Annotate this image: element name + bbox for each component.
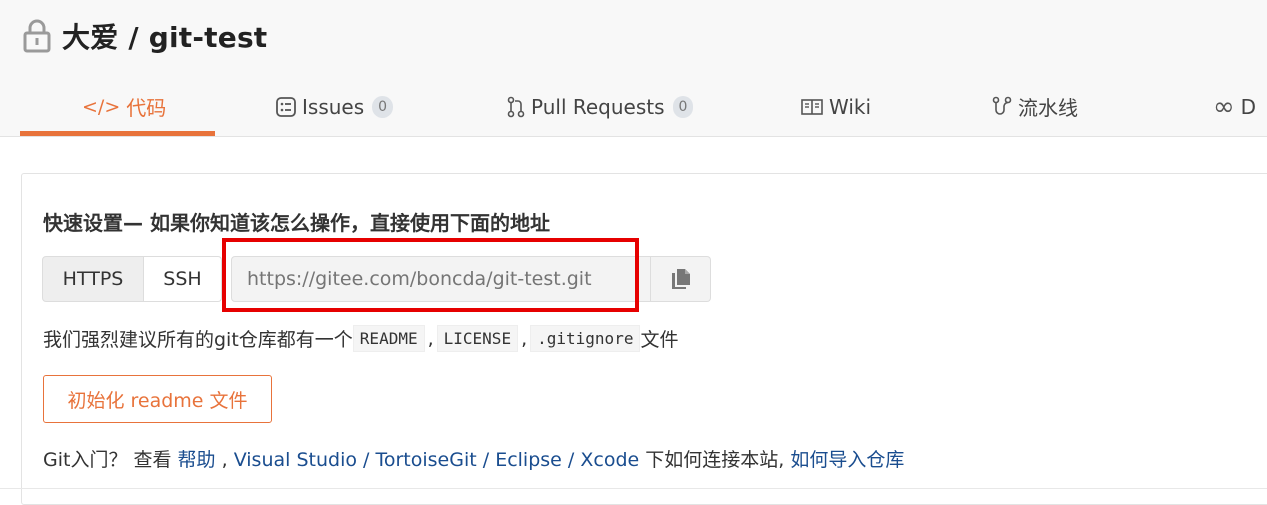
tab-pull-requests[interactable]: Pull Requests 0 <box>507 80 694 133</box>
tab-issues[interactable]: Issues 0 <box>276 80 394 133</box>
ssh-button[interactable]: SSH <box>144 256 222 302</box>
help-line: Git入门？ 查看 帮助 , Visual Studio / TortoiseG… <box>43 445 904 472</box>
repo-title-bar: 大爱 / git-test <box>22 14 267 58</box>
pull-request-icon <box>507 96 525 117</box>
tortoisegit-link[interactable]: TortoiseGit <box>375 449 476 471</box>
gitignore-chip: .gitignore <box>530 325 641 352</box>
help-link[interactable]: 帮助 <box>178 449 216 471</box>
highlight-box <box>222 238 639 312</box>
protocol-switch: HTTPS SSH <box>42 256 222 304</box>
import-repo-link[interactable]: 如何导入仓库 <box>790 449 904 471</box>
readme-chip: README <box>352 325 425 352</box>
recommend-suffix: 文件 <box>640 329 679 351</box>
xcode-link[interactable]: Xcode <box>580 449 639 471</box>
quick-setup-title: 快速设置— 如果你知道该怎么操作，直接使用下面的地址 <box>43 211 550 235</box>
wiki-icon <box>801 98 823 115</box>
tab-code[interactable]: </> 代码 <box>82 80 166 133</box>
comma-separator: , <box>427 327 434 350</box>
tab-more-label: D <box>1240 94 1257 119</box>
copy-button[interactable] <box>651 256 711 302</box>
init-readme-button[interactable]: 初始化 readme 文件 <box>43 375 272 423</box>
active-tab-indicator <box>20 131 215 136</box>
issues-icon <box>276 96 296 117</box>
tab-pipeline[interactable]: 流水线 <box>992 80 1078 133</box>
tab-wiki-label: Wiki <box>829 94 872 119</box>
tab-pipeline-label: 流水线 <box>1018 96 1078 120</box>
repo-title[interactable]: 大爱 / git-test <box>62 16 267 56</box>
tab-issues-label: Issues <box>302 94 365 119</box>
tab-more[interactable]: ∞ D <box>1213 80 1256 133</box>
tab-pull-requests-label: Pull Requests <box>531 94 665 119</box>
comma-separator: , <box>521 327 528 350</box>
eclipse-link[interactable]: Eclipse <box>495 449 562 471</box>
slash-separator: / <box>482 449 490 471</box>
slash-separator: / <box>567 449 575 471</box>
comma-separator: , <box>221 449 228 471</box>
license-chip: LICENSE <box>436 325 519 352</box>
slash-separator: / <box>363 449 370 471</box>
help-prefix: Git入门？ 查看 <box>43 449 172 471</box>
pipeline-icon <box>992 96 1012 115</box>
pull-requests-count-badge: 0 <box>672 95 694 118</box>
visual-studio-link[interactable]: Visual Studio <box>234 449 357 471</box>
divider <box>0 488 1267 489</box>
infinity-icon: ∞ <box>1213 91 1235 122</box>
help-mid-text: 下如何连接本站, <box>645 449 785 471</box>
repo-tabs: </> 代码 Issues 0 Pull Requests 0 Wiki 流水线… <box>0 80 1267 136</box>
lock-icon <box>23 19 51 53</box>
https-button[interactable]: HTTPS <box>42 256 144 302</box>
recommend-text: 我们强烈建议所有的git仓库都有一个 README , LICENSE , .g… <box>43 325 678 352</box>
tab-code-label: 代码 <box>126 96 167 120</box>
tab-wiki[interactable]: Wiki <box>801 80 871 133</box>
code-icon: </> <box>82 95 121 118</box>
copy-icon <box>671 269 690 289</box>
recommend-prefix: 我们强烈建议所有的git仓库都有一个 <box>43 329 353 351</box>
issues-count-badge: 0 <box>372 95 394 118</box>
